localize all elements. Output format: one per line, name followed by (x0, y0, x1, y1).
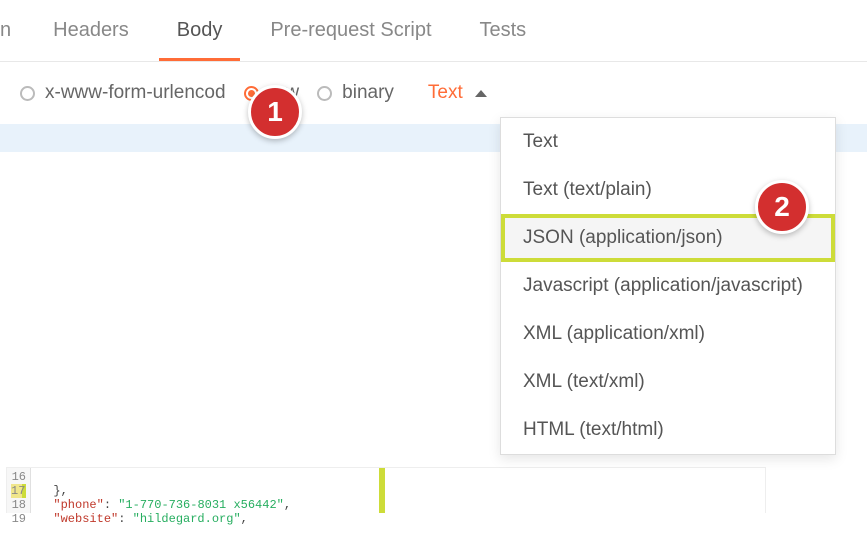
dropdown-item-xmlapp[interactable]: XML (application/xml) (501, 310, 835, 358)
line-gutter: 16 17 18 19 (7, 468, 31, 513)
tab-partial[interactable]: n (0, 1, 29, 60)
content-type-dropdown: Text Text (text/plain) JSON (application… (500, 117, 836, 455)
radio-icon (317, 86, 332, 101)
body-type-row: x-www-form-urlencod raw binary Text (0, 62, 867, 124)
annotation-badge-2: 2 (755, 180, 809, 234)
annotation-badge-1: 1 (248, 85, 302, 139)
line-number: 18 (11, 498, 26, 512)
dropdown-item-javascript[interactable]: Javascript (application/javascript) (501, 262, 835, 310)
tab-headers[interactable]: Headers (29, 1, 153, 60)
tab-prerequest[interactable]: Pre-request Script (246, 1, 455, 60)
dropdown-item-xmltext[interactable]: XML (text/xml) (501, 358, 835, 406)
radio-urlencoded[interactable]: x-www-form-urlencod (20, 82, 226, 104)
radio-binary[interactable]: binary (317, 82, 394, 104)
caret-up-icon (475, 90, 487, 97)
code-editor[interactable]: 16 17 18 19 }, "phone": "1-770-736-8031 … (6, 467, 766, 513)
code-content: }, "phone": "1-770-736-8031 x56442", "we… (31, 468, 765, 513)
line-number: 19 (11, 512, 26, 526)
line-number: 16 (11, 470, 26, 484)
tab-body[interactable]: Body (153, 1, 247, 60)
tab-tests[interactable]: Tests (456, 1, 551, 60)
radio-label-binary: binary (342, 82, 394, 104)
request-tabs: n Headers Body Pre-request Script Tests (0, 0, 867, 62)
dropdown-item-html[interactable]: HTML (text/html) (501, 406, 835, 454)
radio-icon (20, 86, 35, 101)
radio-label-urlencoded: x-www-form-urlencod (45, 82, 226, 104)
dropdown-item-text[interactable]: Text (501, 118, 835, 166)
line-number: 17 (11, 484, 26, 498)
content-type-selector[interactable]: Text (428, 82, 487, 104)
content-type-label: Text (428, 82, 463, 104)
